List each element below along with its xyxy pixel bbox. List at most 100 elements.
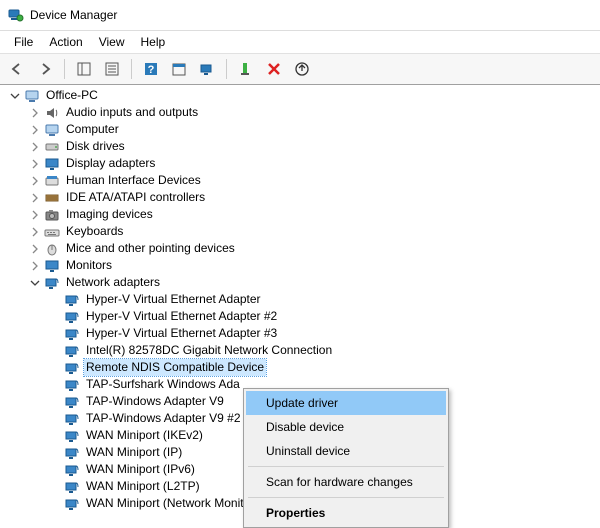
window-title: Device Manager xyxy=(30,8,117,22)
context-menu: Update driver Disable device Uninstall d… xyxy=(243,388,449,528)
network-device-item[interactable]: Hyper-V Virtual Ethernet Adapter #2 xyxy=(48,308,600,325)
category-label: Network adapters xyxy=(64,274,162,291)
keyboard-icon xyxy=(44,224,60,240)
help-button[interactable]: ? xyxy=(138,56,164,82)
cm-properties[interactable]: Properties xyxy=(246,501,446,525)
update-driver-button[interactable] xyxy=(289,56,315,82)
device-label: Intel(R) 82578DC Gigabit Network Connect… xyxy=(84,342,334,359)
category-label: Mice and other pointing devices xyxy=(64,240,237,257)
expand-icon[interactable] xyxy=(28,225,42,239)
network-device-item[interactable]: Hyper-V Virtual Ethernet Adapter xyxy=(48,291,600,308)
expand-icon[interactable] xyxy=(28,208,42,222)
hid-icon xyxy=(44,173,60,189)
category-label: Human Interface Devices xyxy=(64,172,203,189)
cm-separator xyxy=(248,497,444,498)
network-adapter-icon xyxy=(64,462,80,478)
network-device-item[interactable]: Hyper-V Virtual Ethernet Adapter #3 xyxy=(48,325,600,342)
category-imaging[interactable]: Imaging devices xyxy=(28,206,600,223)
expand-icon[interactable] xyxy=(28,140,42,154)
category-mice[interactable]: Mice and other pointing devices xyxy=(28,240,600,257)
category-keyboards[interactable]: Keyboards xyxy=(28,223,600,240)
date-button[interactable] xyxy=(166,56,192,82)
expand-icon[interactable] xyxy=(28,157,42,171)
ide-icon xyxy=(44,190,60,206)
device-label: TAP-Windows Adapter V9 xyxy=(84,393,226,410)
category-network-adapters[interactable]: Network adapters xyxy=(28,274,600,291)
monitor-icon xyxy=(44,258,60,274)
device-label: WAN Miniport (Network Monitor) xyxy=(84,495,260,512)
cm-separator xyxy=(248,466,444,467)
network-adapter-icon xyxy=(64,445,80,461)
network-adapter-icon xyxy=(64,377,80,393)
toolbar-separator xyxy=(226,59,227,79)
device-label: WAN Miniport (IPv6) xyxy=(84,461,197,478)
collapse-icon[interactable] xyxy=(8,89,22,103)
scan-hardware-button[interactable] xyxy=(194,56,220,82)
cm-update-driver[interactable]: Update driver xyxy=(246,391,446,415)
enable-device-button[interactable] xyxy=(233,56,259,82)
network-adapter-icon xyxy=(64,496,80,512)
camera-icon xyxy=(44,207,60,223)
device-label: Hyper-V Virtual Ethernet Adapter #3 xyxy=(84,325,279,342)
category-hid[interactable]: Human Interface Devices xyxy=(28,172,600,189)
category-label: Disk drives xyxy=(64,138,127,155)
menu-action[interactable]: Action xyxy=(41,33,90,51)
network-adapter-icon xyxy=(64,479,80,495)
menu-view[interactable]: View xyxy=(91,33,133,51)
network-adapter-icon xyxy=(64,292,80,308)
display-icon xyxy=(44,156,60,172)
network-adapter-icon xyxy=(64,309,80,325)
computer-icon xyxy=(44,122,60,138)
computer-icon xyxy=(24,88,40,104)
device-label: WAN Miniport (IP) xyxy=(84,444,184,461)
collapse-icon[interactable] xyxy=(28,276,42,290)
network-device-item[interactable]: Remote NDIS Compatible Device xyxy=(48,359,600,376)
category-ide[interactable]: IDE ATA/ATAPI controllers xyxy=(28,189,600,206)
device-label: TAP-Surfshark Windows Ada xyxy=(84,376,242,393)
toolbar: ? xyxy=(0,53,600,85)
cm-uninstall-device[interactable]: Uninstall device xyxy=(246,439,446,463)
expand-icon[interactable] xyxy=(28,242,42,256)
category-audio[interactable]: Audio inputs and outputs xyxy=(28,104,600,121)
device-label: Remote NDIS Compatible Device xyxy=(84,359,266,376)
menu-help[interactable]: Help xyxy=(133,33,174,51)
device-label: WAN Miniport (IKEv2) xyxy=(84,427,205,444)
show-hide-tree-button[interactable] xyxy=(71,56,97,82)
device-label: Hyper-V Virtual Ethernet Adapter #2 xyxy=(84,308,279,325)
network-adapter-icon xyxy=(64,428,80,444)
properties-button[interactable] xyxy=(99,56,125,82)
forward-button[interactable] xyxy=(32,56,58,82)
network-adapter-icon xyxy=(64,360,80,376)
category-monitors[interactable]: Monitors xyxy=(28,257,600,274)
network-adapter-icon xyxy=(64,394,80,410)
svg-text:?: ? xyxy=(148,64,155,76)
category-disk-drives[interactable]: Disk drives xyxy=(28,138,600,155)
cm-scan-hardware[interactable]: Scan for hardware changes xyxy=(246,470,446,494)
expand-icon[interactable] xyxy=(28,191,42,205)
titlebar: Device Manager xyxy=(0,0,600,31)
category-display-adapters[interactable]: Display adapters xyxy=(28,155,600,172)
tree-root-computer[interactable]: Office-PC xyxy=(8,87,600,104)
expand-icon[interactable] xyxy=(28,174,42,188)
category-label: Computer xyxy=(64,121,121,138)
cm-disable-device[interactable]: Disable device xyxy=(246,415,446,439)
expand-icon[interactable] xyxy=(28,123,42,137)
network-adapter-icon xyxy=(64,343,80,359)
network-device-item[interactable]: Intel(R) 82578DC Gigabit Network Connect… xyxy=(48,342,600,359)
device-label: TAP-Windows Adapter V9 #2 xyxy=(84,410,243,427)
disk-icon xyxy=(44,139,60,155)
uninstall-device-button[interactable] xyxy=(261,56,287,82)
category-label: Display adapters xyxy=(64,155,157,172)
toolbar-separator xyxy=(131,59,132,79)
device-label: Hyper-V Virtual Ethernet Adapter xyxy=(84,291,263,308)
category-label: Audio inputs and outputs xyxy=(64,104,200,121)
tree-root-label: Office-PC xyxy=(44,87,100,104)
back-button[interactable] xyxy=(4,56,30,82)
menu-file[interactable]: File xyxy=(6,33,41,51)
expand-icon[interactable] xyxy=(28,259,42,273)
menubar: File Action View Help xyxy=(0,31,600,53)
toolbar-separator xyxy=(64,59,65,79)
mouse-icon xyxy=(44,241,60,257)
category-computer[interactable]: Computer xyxy=(28,121,600,138)
expand-icon[interactable] xyxy=(28,106,42,120)
